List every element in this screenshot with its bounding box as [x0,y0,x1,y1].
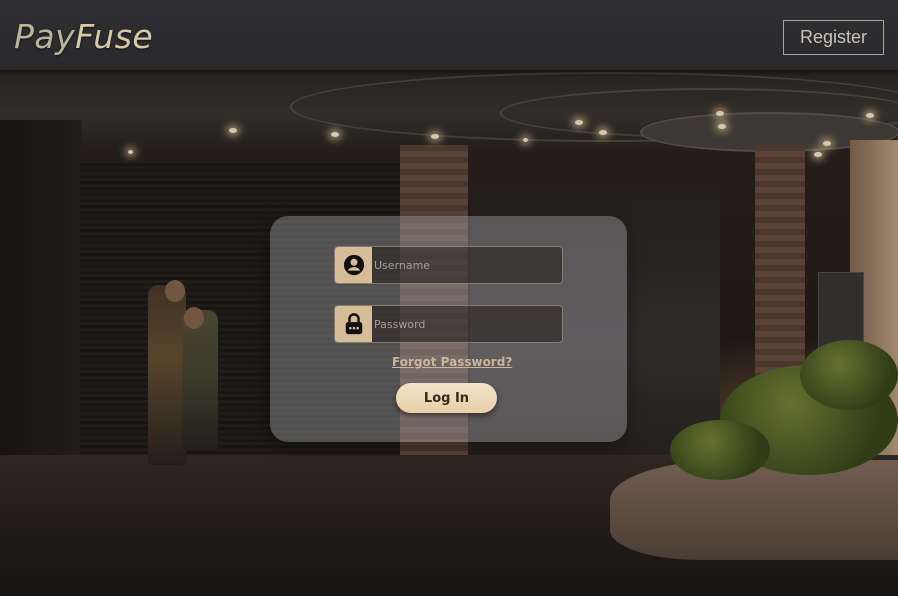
top-header: PayFuse Register [0,0,898,70]
password-field[interactable] [334,305,563,343]
user-circle-icon [335,247,372,283]
logo-text-fuse: Fuse [75,17,154,56]
register-button[interactable]: Register [783,20,884,55]
payfuse-logo[interactable]: PayFuse [14,17,153,56]
logo-text-pay: Pay [14,17,76,56]
username-field[interactable] [334,246,563,284]
username-input[interactable] [372,247,562,283]
forgot-password-link[interactable]: Forgot Password? [392,355,512,369]
lock-icon [335,306,372,342]
password-input[interactable] [372,306,562,342]
login-card: Forgot Password? Log In [270,216,627,442]
login-button[interactable]: Log In [396,383,497,413]
